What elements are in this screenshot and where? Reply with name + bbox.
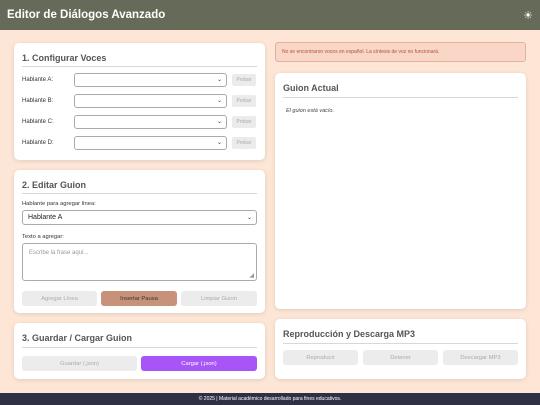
save-json-button[interactable]: Guardar (.json) <box>22 356 137 371</box>
divider <box>283 97 518 98</box>
speaker-b-label: Hablante B: <box>22 98 54 104</box>
download-mp3-button[interactable]: Descargar MP3 <box>443 350 518 365</box>
empty-script-message: El guion está vacío. <box>286 108 335 114</box>
script-card: Guion Actual El guion está vacío. <box>275 73 526 309</box>
speaker-c-voice-select[interactable]: ⌄ <box>74 115 227 129</box>
divider <box>22 193 257 194</box>
divider <box>22 66 257 67</box>
load-json-button[interactable]: Cargar (.json) <box>141 356 257 371</box>
saveload-card: 3. Guardar / Cargar Guion Guardar (.json… <box>14 323 265 379</box>
no-voices-alert: No se encontraron voces en español. La s… <box>275 42 526 62</box>
speaker-select-label: Hablante para agregar línea: <box>22 201 96 207</box>
playback-card: Reproducción y Descarga MP3 Reproducir D… <box>275 319 526 379</box>
play-button[interactable]: Reproducir <box>283 350 358 365</box>
editor-card: 2. Editar Guion Hablante para agregar lí… <box>14 170 265 313</box>
page-footer: © 2025 | Material académico desarrollado… <box>0 393 540 405</box>
chevron-down-icon: ⌄ <box>216 140 222 147</box>
chevron-down-icon: ⌄ <box>216 119 222 126</box>
playback-card-title: Reproducción y Descarga MP3 <box>283 329 416 339</box>
editor-card-title: 2. Editar Guion <box>22 180 87 190</box>
speaker-d-voice-select[interactable]: ⌄ <box>74 136 227 150</box>
clear-script-button[interactable]: Limpiar Guion <box>181 291 257 306</box>
resize-handle-icon[interactable]: ◢ <box>249 272 254 279</box>
alert-text: No se encontraron voces en español. La s… <box>282 49 440 55</box>
speaker-a-label: Hablante A: <box>22 77 54 83</box>
line-text-input[interactable]: Escribe la frase aquí... ◢ <box>22 243 257 281</box>
divider <box>22 347 257 348</box>
divider <box>283 343 518 344</box>
stop-button[interactable]: Detener <box>363 350 438 365</box>
script-card-title: Guion Actual <box>283 83 339 93</box>
add-line-button[interactable]: Agregar Línea <box>22 291 97 306</box>
speaker-b-voice-select[interactable]: ⌄ <box>74 94 227 108</box>
app-title: Editor de Diálogos Avanzado <box>7 9 166 21</box>
chevron-down-icon: ⌄ <box>216 98 222 105</box>
speaker-a-test-button[interactable]: Probar <box>232 74 256 86</box>
speaker-c-label: Hablante C: <box>22 119 54 125</box>
text-input-label: Texto a agregar: <box>22 234 64 240</box>
speaker-c-test-button[interactable]: Probar <box>232 116 256 128</box>
speaker-d-test-button[interactable]: Probar <box>232 137 256 149</box>
speaker-d-label: Hablante D: <box>22 140 54 146</box>
speaker-a-voice-select[interactable]: ⌄ <box>74 73 227 87</box>
line-text-placeholder: Escribe la frase aquí... <box>29 250 89 256</box>
line-speaker-value: Hablante A <box>28 214 63 221</box>
insert-pause-button[interactable]: Insertar Pausa <box>101 291 177 306</box>
app-header: Editor de Diálogos Avanzado ☀ <box>0 0 540 30</box>
line-speaker-select[interactable]: Hablante A ⌄ <box>22 210 257 225</box>
chevron-down-icon: ⌄ <box>246 214 252 221</box>
speaker-b-test-button[interactable]: Probar <box>232 95 256 107</box>
footer-text: © 2025 | Material académico desarrollado… <box>198 396 342 402</box>
chevron-down-icon: ⌄ <box>216 77 222 84</box>
voices-card-title: 1. Configurar Voces <box>22 53 107 63</box>
theme-toggle-sun-icon[interactable]: ☀ <box>523 9 533 22</box>
voices-card: 1. Configurar Voces Hablante A: ⌄ Probar… <box>14 43 265 160</box>
saveload-card-title: 3. Guardar / Cargar Guion <box>22 333 133 343</box>
